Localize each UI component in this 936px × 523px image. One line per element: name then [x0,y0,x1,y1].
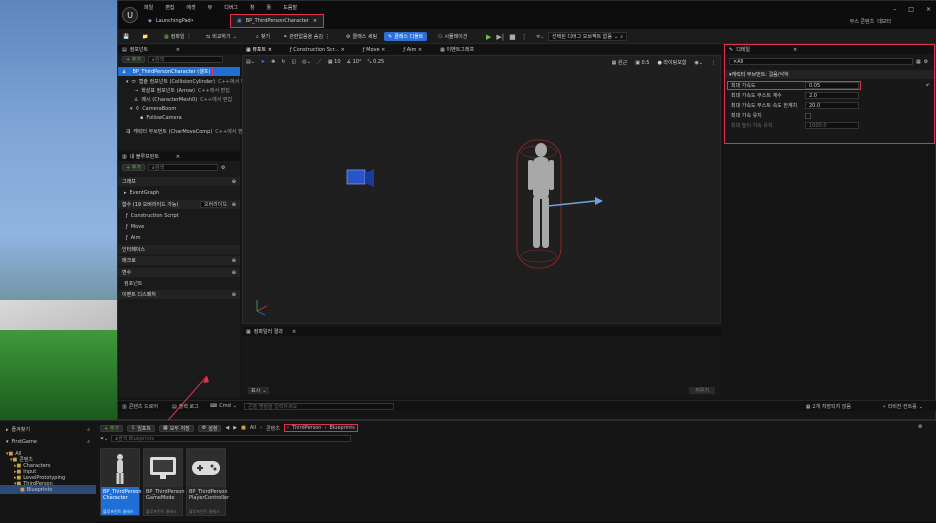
forward-icon[interactable]: ▶ [233,425,237,431]
breadcrumb-thirdperson[interactable]: ThirdPerson [292,425,322,431]
filter-icon[interactable]: ⏷⌄ [100,436,108,442]
gear-icon: ⚙ [201,425,207,431]
back-icon[interactable]: ◀ [225,425,229,431]
content-browser: ▸ 즐겨찾기 ⌕ ▾ FirstGame ⌕ ▾■ All ▾■ 콘텐츠 ▸■ Charact… [0,420,936,523]
asset-tile-gamemode[interactable]: BP_ThirdPerson GameMode 블루프린트 클래스 [143,448,185,516]
breadcrumb-all[interactable]: All [250,425,256,431]
content-browser-toolbar: + 추가 ⇩ 임포트 ▦ 모두 저장 ⚙ 설정 ◀ ▶ ■ All › 콘텐츠 › T… [100,424,358,432]
search-icon[interactable]: ⌕ [87,439,90,445]
breadcrumb: › ThirdPerson › Blueprints [283,424,358,432]
import-button[interactable]: ⇩ 임포트 [126,424,155,432]
project-header[interactable]: ▾ FirstGame ⌕ [0,437,96,446]
settings-button[interactable]: ⚙ 설정 [197,424,222,432]
import-icon: ⇩ [130,425,136,431]
breadcrumb-content[interactable]: 콘텐츠 [266,425,280,432]
save-all-button[interactable]: ▦ 모두 저장 [159,424,194,432]
search-icon[interactable]: ⌕ [87,427,90,433]
content-browser-settings-icon[interactable]: ⚙ [918,424,922,430]
content-search-input[interactable]: ⌕ 검색 Blueprints [111,435,352,442]
content-browser-tree: ▸ 즐겨찾기 ⌕ ▾ FirstGame ⌕ ▾■ All ▾■ 콘텐츠 ▸■ Charact… [0,421,96,523]
favorites-header[interactable]: ▸ 즐겨찾기 ⌕ [0,425,96,434]
breadcrumb-blueprints[interactable]: Blueprints [329,425,354,431]
add-asset-button[interactable]: + 추가 [100,424,123,432]
character-thumbnail-icon [101,449,139,487]
controller-thumbnail-icon [187,449,225,487]
save-icon: ▦ [163,425,168,431]
folder-icon: ■ [20,486,25,493]
asset-tile-playercontroller[interactable]: BP_ThirdPerson PlayerController 블루프린트 클래… [186,448,229,516]
gamemode-thumbnail-icon [144,449,182,487]
tree-item-blueprints[interactable]: ■ Blueprints [0,485,96,494]
folder-nav-icon[interactable]: ■ [241,425,246,431]
content-search-row: ⏷⌄ ⌕ 검색 Blueprints [100,435,352,442]
asset-tile-character[interactable]: BP_ThirdPerson Character 블루프린트 클래스 [100,448,142,516]
